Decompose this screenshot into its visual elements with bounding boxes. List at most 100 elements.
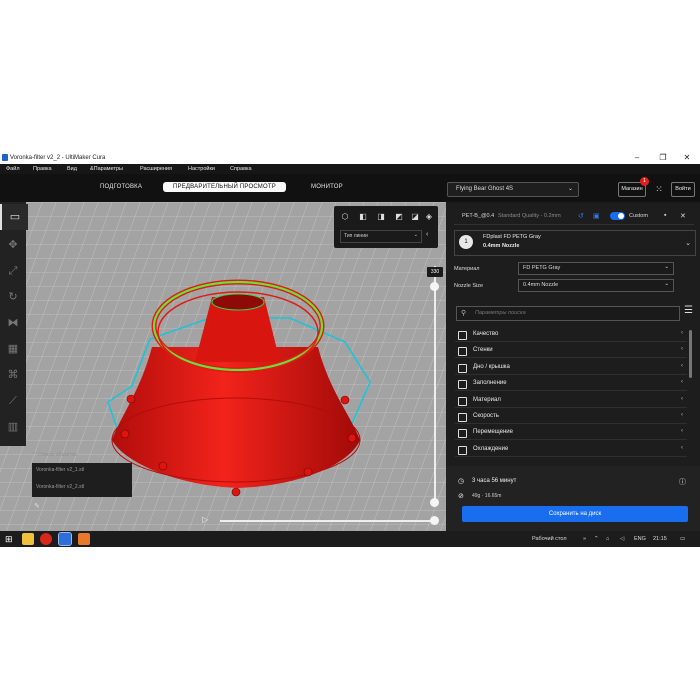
- chevron-right-icon: »: [583, 536, 587, 542]
- close-panel-icon[interactable]: ✕: [680, 212, 686, 220]
- layer-slider-top-handle[interactable]: [430, 282, 439, 291]
- section-label: Скорость: [473, 413, 499, 419]
- cylinder-icon[interactable]: ▥: [0, 414, 26, 440]
- maximize-button[interactable]: ❐: [656, 153, 670, 163]
- x-ray-view-icon[interactable]: ◈: [424, 212, 434, 222]
- close-button[interactable]: ✕: [680, 153, 694, 163]
- section-label: Стенки: [473, 347, 493, 353]
- section-top-bottom[interactable]: Дно / крышка ‹: [455, 361, 687, 375]
- material-select[interactable]: FD PETG Gray ⌄: [518, 262, 674, 275]
- color-scheme-select[interactable]: Тип линии ⌄: [340, 230, 422, 243]
- profile-summary: PET-B_@0.4: [462, 213, 495, 219]
- language-indicator[interactable]: ENG: [634, 536, 646, 542]
- volume-icon[interactable]: ◁: [620, 536, 624, 542]
- support-blocker-icon[interactable]: ⌘: [0, 362, 26, 388]
- settings-search[interactable]: ⚲ Параметры поиска: [456, 306, 680, 321]
- measure-icon[interactable]: ⟋: [0, 388, 26, 414]
- notifications-icon[interactable]: ▭: [680, 536, 685, 542]
- clock-time[interactable]: 21:15: [653, 536, 667, 542]
- left-view-icon[interactable]: ◩: [394, 212, 404, 222]
- 3d-viewport[interactable]: ⌃ Список объектов Voronka-filter v2_1.st…: [0, 202, 446, 532]
- material-usage: 49g · 16.65m: [472, 493, 502, 499]
- chevron-left-icon: ‹: [681, 445, 683, 451]
- chevron-down-icon: ⌄: [664, 264, 669, 270]
- menu-preferences[interactable]: &Параметры: [90, 166, 123, 172]
- menu-help[interactable]: Справка: [230, 166, 252, 172]
- open-file-icon[interactable]: ▭: [0, 204, 28, 230]
- login-button[interactable]: Войти: [671, 182, 695, 197]
- info-icon[interactable]: ⓘ: [679, 477, 686, 487]
- printer-selector[interactable]: Flying Bear Ghost 4S ⌄: [447, 182, 579, 197]
- object-list-title: Список объектов: [37, 452, 77, 458]
- section-walls[interactable]: Стенки ‹: [455, 344, 687, 358]
- list-item[interactable]: Voronka-filter v2_2.stl: [36, 484, 84, 490]
- play-icon[interactable]: ▷: [202, 515, 208, 524]
- move-icon[interactable]: ✥: [0, 232, 26, 258]
- search-icon: ⚲: [461, 310, 467, 317]
- chevron-left-icon: ‹: [681, 330, 683, 336]
- profile-header[interactable]: PET-B_@0.4 Standard Quality - 0.2mm ↺ ▣ …: [454, 210, 694, 225]
- tab-monitor[interactable]: МОНИТОР: [311, 184, 343, 190]
- extruder-card[interactable]: 1 FDplast FD PETG Gray 0.4mm Nozzle ⌄: [454, 230, 696, 256]
- file-explorer-icon[interactable]: [22, 533, 34, 545]
- reset-icon[interactable]: ↺: [578, 212, 584, 220]
- layer-slider-bottom-handle[interactable]: [430, 498, 439, 507]
- tab-preview[interactable]: ПРЕДВАРИТЕЛЬНЫЙ ПРОСМОТР: [163, 182, 286, 192]
- scale-icon[interactable]: ⤢: [0, 258, 26, 284]
- section-travel[interactable]: Перемещение ‹: [455, 426, 687, 440]
- extruder-nozzle: 0.4mm Nozzle: [483, 243, 520, 249]
- section-infill[interactable]: Заполнение ‹: [455, 377, 687, 391]
- mirror-icon[interactable]: ⧓: [0, 310, 26, 336]
- minimize-panel-icon[interactable]: ▪: [664, 212, 666, 219]
- object-list-header[interactable]: ⌃ Список объектов: [32, 452, 132, 462]
- front-view-icon[interactable]: ◧: [358, 212, 368, 222]
- walls-icon: [458, 347, 467, 356]
- list-item[interactable]: Voronka-filter v2_1.stl: [36, 467, 84, 473]
- settings-scrollbar[interactable]: [689, 330, 692, 378]
- layer-number-badge[interactable]: 330: [427, 267, 443, 277]
- travel-icon: [458, 429, 467, 438]
- cura-taskbar-icon[interactable]: [58, 532, 72, 546]
- section-material[interactable]: Материал ‹: [455, 394, 687, 408]
- minimize-button[interactable]: –: [630, 153, 644, 163]
- rotate-icon[interactable]: ↻: [0, 284, 26, 310]
- menu-view[interactable]: Вид: [67, 166, 77, 172]
- top-view-icon[interactable]: ◨: [376, 212, 386, 222]
- extruder-material-name: FDplast FD PETG Gray: [483, 234, 541, 240]
- opera-icon[interactable]: [40, 533, 52, 545]
- collapse-panel-icon[interactable]: ‹: [426, 231, 428, 238]
- desktop-label[interactable]: Рабочий стол: [532, 536, 567, 542]
- path-slider-track[interactable]: [220, 520, 435, 522]
- menu-file[interactable]: Файл: [6, 166, 20, 172]
- 3d-view-icon[interactable]: ⬡: [340, 212, 350, 222]
- settings-menu-icon[interactable]: ☰: [684, 305, 693, 316]
- window-title: Voronka-filter v2_2 - UltiMaker Cura: [10, 155, 106, 161]
- path-slider-handle[interactable]: [430, 516, 439, 525]
- extruder-number-badge: 1: [459, 235, 473, 249]
- section-cooling[interactable]: Охлаждение ‹: [455, 443, 687, 457]
- section-speed[interactable]: Скорость ‹: [455, 410, 687, 424]
- nozzle-select[interactable]: 0.4mm Nozzle ⌄: [518, 279, 674, 292]
- menu-bar: Файл Правка Вид &Параметры Расширения На…: [0, 164, 700, 174]
- per-model-settings-icon[interactable]: ▦: [0, 336, 26, 362]
- windows-start-icon[interactable]: ⊞: [5, 534, 15, 544]
- tray-chevron-up-icon[interactable]: ⌃: [594, 536, 599, 542]
- layer-slider-track[interactable]: [434, 266, 436, 502]
- save-profile-icon[interactable]: ▣: [593, 212, 600, 220]
- app-icon[interactable]: [78, 533, 90, 545]
- network-icon[interactable]: ⌂: [606, 536, 609, 542]
- spool-icon: ⊘: [458, 493, 464, 500]
- color-scheme-label: Тип линии: [344, 233, 368, 239]
- tab-prepare[interactable]: ПОДГОТОВКА: [100, 184, 142, 190]
- edit-icon[interactable]: ✎: [34, 502, 40, 510]
- apps-grid-icon[interactable]: ⁙: [653, 183, 665, 195]
- section-quality[interactable]: Качество ‹: [455, 328, 687, 342]
- save-to-disk-button[interactable]: Сохранить на диск: [462, 506, 688, 522]
- right-view-icon[interactable]: ◪: [410, 212, 420, 222]
- material-icon: [458, 397, 467, 406]
- menu-settings[interactable]: Настройки: [188, 166, 215, 172]
- menu-extensions[interactable]: Расширения: [140, 166, 172, 172]
- cooling-icon: [458, 446, 467, 455]
- section-label: Охлаждение: [473, 446, 509, 452]
- menu-edit[interactable]: Правка: [33, 166, 52, 172]
